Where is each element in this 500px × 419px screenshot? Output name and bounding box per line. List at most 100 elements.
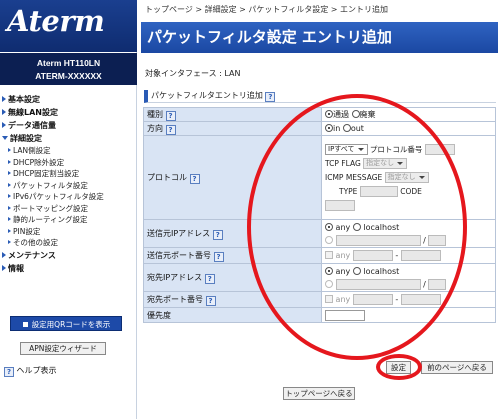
apn-wizard-button[interactable]: APN設定ウィザード bbox=[20, 342, 106, 355]
priority-input[interactable] bbox=[325, 309, 365, 321]
submenu-packet-filter[interactable]: パケットフィルタ設定 bbox=[0, 180, 137, 192]
submenu-label: パケットフィルタ設定 bbox=[13, 180, 88, 190]
dst-ip-label: 宛先IPアドレス bbox=[147, 272, 203, 282]
submenu-ipv6-packet-filter[interactable]: IPv6パケットフィルタ設定 bbox=[0, 191, 137, 203]
bullet-icon bbox=[8, 217, 11, 221]
src-port-label: 送信元ポート番号 bbox=[147, 250, 211, 260]
protocol-number-input[interactable] bbox=[424, 144, 455, 155]
bullet-icon bbox=[8, 205, 11, 210]
submenu-other[interactable]: その他の設定 bbox=[0, 237, 137, 249]
icmp-code-label: CODE bbox=[400, 186, 422, 196]
help-icon[interactable]: ? bbox=[165, 124, 176, 135]
type-discard-radio[interactable] bbox=[351, 110, 360, 118]
direction-in-label: in bbox=[333, 124, 341, 133]
tcp-flag-select[interactable]: 指定なし bbox=[363, 158, 408, 169]
submenu-port-mapping[interactable]: ポートマッピング設定 bbox=[0, 203, 137, 215]
src-port-from-input[interactable] bbox=[352, 250, 393, 261]
src-ip-address-input[interactable] bbox=[335, 234, 421, 246]
src-ip-localhost-radio[interactable] bbox=[352, 222, 361, 231]
protocol-label-cell: プロトコル ? bbox=[143, 135, 322, 220]
menu-label: データ通信量 bbox=[8, 121, 56, 130]
help-icon[interactable]: ? bbox=[205, 295, 216, 306]
submenu-label: その他の設定 bbox=[13, 238, 58, 247]
help-icon[interactable]: ? bbox=[165, 110, 176, 121]
dst-port-from-input[interactable] bbox=[352, 294, 393, 305]
model-info: Aterm HT110LN ATERM-XXXXXX bbox=[0, 53, 137, 85]
help-icon[interactable]: ? bbox=[204, 273, 215, 284]
dst-ip-radio-line: any localhost bbox=[325, 265, 495, 278]
help-icon[interactable]: ? bbox=[212, 229, 223, 240]
submenu-label: LAN側設定 bbox=[13, 146, 51, 155]
src-port-any-checkbox[interactable] bbox=[325, 251, 333, 259]
dst-ip-any-radio[interactable] bbox=[325, 266, 333, 275]
src-ip-mask-input[interactable] bbox=[428, 234, 447, 246]
top-page-button[interactable]: トップページへ戻る bbox=[283, 387, 355, 400]
src-ip-custom-radio[interactable] bbox=[325, 235, 333, 244]
priority-label-cell: 優先度 bbox=[143, 307, 322, 323]
src-port-value-cell: any - bbox=[321, 247, 496, 264]
src-port-to-input[interactable] bbox=[400, 250, 441, 261]
submenu-lan-side[interactable]: LAN側設定 bbox=[0, 145, 137, 157]
submenu-label: PIN設定 bbox=[13, 226, 41, 236]
src-port-any-label: any bbox=[335, 251, 351, 260]
save-button[interactable]: 設定 bbox=[386, 361, 411, 374]
direction-out-radio[interactable] bbox=[342, 124, 351, 132]
triangle-right-icon bbox=[2, 251, 6, 258]
triangle-right-icon bbox=[2, 264, 6, 271]
menu-wireless-lan[interactable]: 無線LAN設定 bbox=[0, 106, 137, 119]
menu-label: 基本設定 bbox=[8, 95, 40, 104]
back-button[interactable]: 前のページへ戻る bbox=[421, 361, 493, 374]
bullet-icon bbox=[8, 194, 11, 198]
protocol-select[interactable]: IPすべて bbox=[325, 144, 368, 155]
bullet-icon bbox=[8, 228, 11, 233]
icmp-type-input[interactable] bbox=[359, 186, 398, 197]
direction-in-radio[interactable] bbox=[325, 124, 333, 132]
menu-basic-settings[interactable]: 基本設定 bbox=[0, 93, 137, 106]
dst-ip-any-label: any bbox=[335, 266, 351, 276]
submenu-dhcp-exclude[interactable]: DHCP除外設定 bbox=[0, 157, 137, 169]
dst-port-to-input[interactable] bbox=[400, 294, 441, 305]
type-value-cell: 通過 廃棄 bbox=[321, 107, 496, 122]
dst-ip-custom-radio[interactable] bbox=[325, 279, 333, 288]
submenu-label: IPv6パケットフィルタ設定 bbox=[13, 192, 104, 201]
submenu-pin[interactable]: PIN設定 bbox=[0, 226, 137, 238]
dst-port-any-checkbox[interactable] bbox=[325, 295, 333, 303]
dst-ip-localhost-radio[interactable] bbox=[352, 266, 361, 275]
show-qr-code-button[interactable]: 設定用QRコードを表示 bbox=[10, 316, 122, 331]
submenu-static-routing[interactable]: 静的ルーティング設定 bbox=[0, 214, 137, 226]
dst-ip-address-input[interactable] bbox=[335, 278, 421, 290]
row-protocol: プロトコル ? IPすべて プロトコル番号 TCP FLAG 指定なし ICMP… bbox=[143, 135, 496, 220]
icmp-code-input[interactable] bbox=[325, 200, 355, 211]
bullet-icon bbox=[8, 182, 11, 187]
help-icon[interactable]: ? bbox=[265, 92, 276, 102]
type-discard-label: 廃棄 bbox=[359, 110, 376, 119]
menu-data-usage[interactable]: データ通信量 bbox=[0, 119, 137, 132]
section-title: パケットフィルタエントリ追加 ? bbox=[144, 90, 496, 103]
dst-port-any-label: any bbox=[335, 295, 351, 304]
src-ip-localhost-label: localhost bbox=[363, 222, 400, 232]
device-id: ATERM-XXXXXX bbox=[35, 71, 102, 81]
dst-port-dash: - bbox=[395, 295, 399, 304]
dst-port-label: 宛先ポート番号 bbox=[147, 294, 203, 304]
type-label: 種別 bbox=[147, 109, 163, 119]
dst-ip-slash: / bbox=[423, 279, 426, 289]
src-ip-any-radio[interactable] bbox=[325, 222, 333, 231]
src-ip-any-label: any bbox=[335, 222, 351, 232]
type-pass-label: 通過 bbox=[333, 110, 349, 119]
menu-label: メンテナンス bbox=[8, 250, 56, 260]
type-pass-radio[interactable] bbox=[325, 110, 333, 118]
dst-ip-mask-input[interactable] bbox=[428, 278, 447, 290]
icmp-message-select[interactable]: 指定なし bbox=[384, 172, 429, 183]
src-ip-value-cell: any localhost / bbox=[321, 219, 496, 248]
submenu-dhcp-fixed[interactable]: DHCP固定割当設定 bbox=[0, 168, 137, 180]
help-icon[interactable]: ? bbox=[213, 251, 224, 262]
model-name: Aterm HT110LN bbox=[36, 58, 101, 68]
sidebar-menu: 基本設定 無線LAN設定 データ通信量 詳細設定 LAN側設定 DHCP除外設定… bbox=[0, 93, 137, 275]
help-icon[interactable]: ? bbox=[189, 173, 200, 184]
menu-advanced-settings[interactable]: 詳細設定 bbox=[0, 132, 137, 145]
menu-maintenance[interactable]: メンテナンス bbox=[0, 249, 137, 262]
help-toggle[interactable]: ? ヘルプ表示 bbox=[4, 365, 57, 377]
menu-info[interactable]: 情報 bbox=[0, 262, 137, 275]
src-ip-label: 送信元IPアドレス bbox=[147, 228, 211, 238]
aterm-logo: Aterm bbox=[7, 4, 105, 38]
